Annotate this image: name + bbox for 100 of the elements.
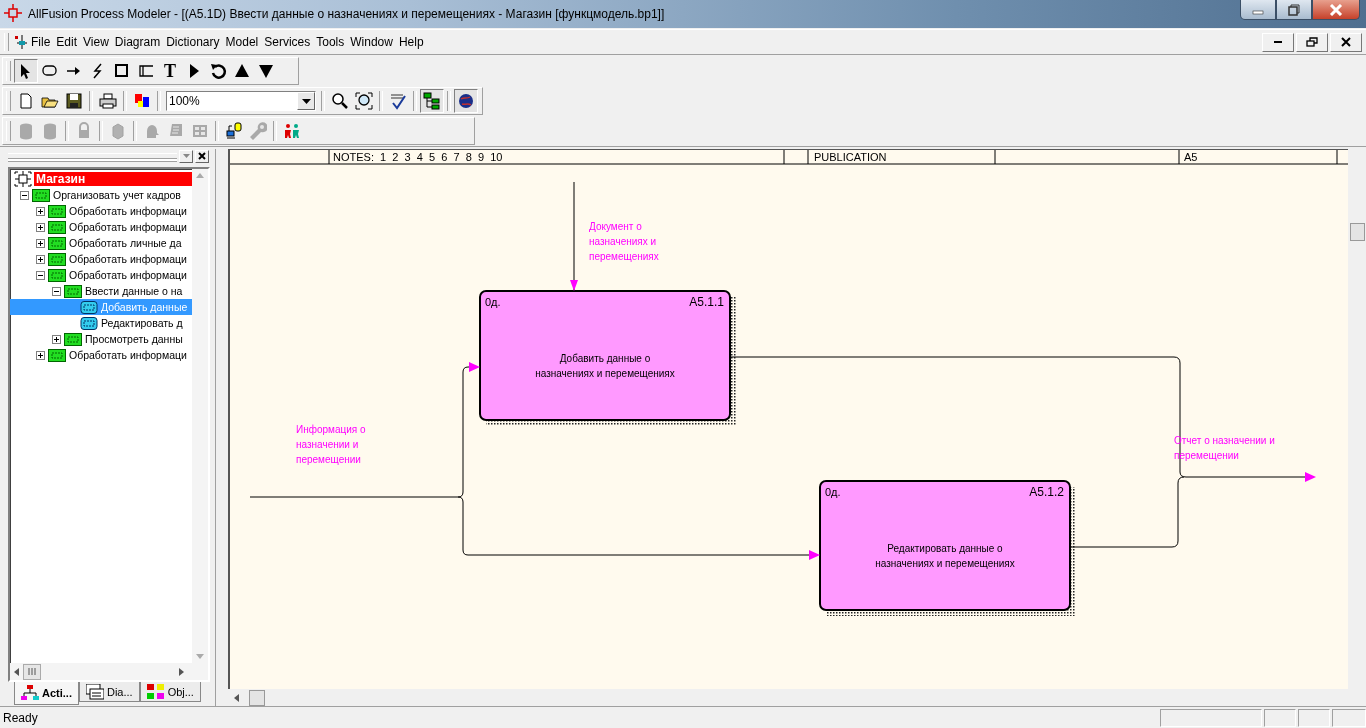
close-icon [1329,3,1343,16]
cylinder-icon [17,122,35,140]
menu-item[interactable]: Services [261,33,314,51]
menu-item[interactable]: View [80,33,112,51]
expand-toggle[interactable] [36,238,45,248]
model-icon [14,171,32,187]
panel-tab[interactable]: Acti... [14,682,79,705]
document-icon [12,34,28,50]
globe-icon [457,92,475,110]
frame-header-text: PUBLICATION [814,151,887,163]
tree-item[interactable]: Обработать информаци [10,267,192,283]
toolbar-button[interactable] [420,89,444,113]
tool-button[interactable] [14,59,38,83]
rotate-icon [209,62,227,80]
menu-item[interactable]: Model [222,33,262,51]
scroll-thumb[interactable] [1349,223,1365,241]
activity-leaf-icon [80,316,98,330]
collapse-toggle[interactable] [52,286,61,296]
minimize-button[interactable] [1240,0,1276,20]
scroll-thumb[interactable] [23,663,41,680]
panel-tab[interactable]: Dia... [78,682,140,702]
node-number: A5.1.1 [689,295,724,309]
expand-toggle[interactable] [52,334,61,344]
panel-menu-button[interactable] [179,149,193,163]
close-button[interactable] [1312,0,1360,20]
tree-item[interactable]: Просмотреть данны [10,331,192,347]
zoom-fit-icon [355,92,373,110]
scroll-left-icon [234,693,239,702]
restore-button[interactable] [1296,32,1328,52]
menu-item[interactable]: Dictionary [163,33,223,51]
zoom-dropdown[interactable]: 100% [166,91,316,111]
tree-item[interactable]: Обработать личные да [10,235,192,251]
expand-toggle[interactable] [36,206,45,216]
vertical-scrollbar[interactable] [192,169,208,663]
menu-item[interactable]: Diagram [111,33,164,51]
cost-label: 0д. [825,486,841,498]
cube-icon [109,122,127,140]
expand-toggle[interactable] [36,254,45,264]
tree-item[interactable]: Обработать информаци [10,203,192,219]
plus-icon [36,238,45,248]
panel-tab[interactable]: Obj... [139,682,201,702]
maximize-button[interactable] [1276,0,1312,20]
plus-icon [36,254,45,264]
close-icon [1341,37,1351,47]
dropdown-arrow-icon [301,98,311,104]
activity-icon [32,188,50,202]
menu-item[interactable]: Help [395,33,427,51]
toolbar-button[interactable] [454,89,478,113]
new-document-icon [17,92,35,110]
plus-icon [36,206,45,216]
zoom-icon [331,92,349,110]
menu-item[interactable]: Window [347,33,396,51]
app-logo-icon [4,3,22,22]
arrow[interactable] [249,362,820,560]
model-name[interactable]: Магазин [34,172,192,186]
arrow-label: Документ о назначениях и перемещениях [589,221,659,262]
scroll-thumb[interactable] [249,689,265,706]
expand-toggle[interactable] [36,222,45,232]
activity-name: Редактировать данные о назначениях и перемещениях [875,543,1015,569]
tree-item[interactable]: Обработать информаци [10,347,192,363]
menu-item[interactable]: Tools [313,33,348,51]
square-icon [113,62,131,80]
activity-box[interactable] [819,480,1071,611]
wrench-icon [249,122,267,140]
people-icon [283,122,301,140]
tree-item[interactable]: Обработать информаци [10,219,192,235]
tree-item[interactable]: Обработать информаци [10,251,192,267]
save-icon [65,92,83,110]
panel-grip[interactable] [8,153,177,159]
activity-icon [48,204,66,218]
status-pane [1332,708,1366,727]
grip-icon [28,668,36,675]
diagrams-icon [85,683,104,700]
cost-label: 0д. [485,296,501,308]
frame-header-text: NOTES: 1 2 3 4 5 6 7 8 9 10 [333,151,503,163]
minus-icon [36,270,45,280]
plus-icon [52,334,61,344]
text-tool-button[interactable]: T [158,59,182,83]
scroll-right-icon [179,667,184,676]
minus-icon [20,190,29,200]
collapse-toggle[interactable] [20,190,29,200]
collapse-toggle[interactable] [36,270,45,280]
tree-item[interactable]: Редактировать д [10,315,192,331]
menu-item[interactable]: File [28,33,54,51]
scroll-left-icon [14,667,19,676]
status-pane [1298,708,1330,727]
node-number: A5.1.2 [1029,485,1064,499]
tree-item[interactable]: Организовать учет кадров [10,187,192,203]
activity-box[interactable] [479,290,731,421]
plus-icon [36,350,45,360]
tree-item[interactable]: Ввести данные о на [10,283,192,299]
toolbar-button[interactable] [352,89,376,113]
activity-icon [48,220,66,234]
close-icon [198,152,206,160]
spellcheck-icon [389,92,407,110]
horizontal-scrollbar[interactable] [10,663,208,680]
expand-toggle[interactable] [36,350,45,360]
arrow[interactable] [570,181,578,291]
scroll-up-icon [196,173,204,178]
menu-item[interactable]: Edit [53,33,81,51]
